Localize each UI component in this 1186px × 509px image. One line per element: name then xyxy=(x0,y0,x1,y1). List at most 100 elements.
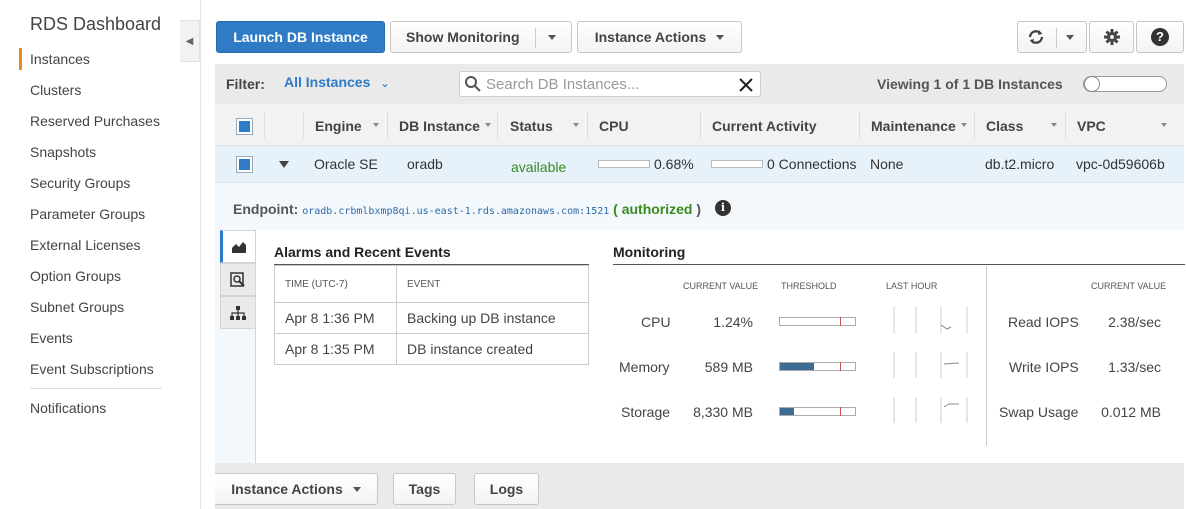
select-all-checkbox[interactable] xyxy=(236,118,253,135)
filter-label: Filter: xyxy=(226,76,265,92)
row-checkbox[interactable] xyxy=(236,156,253,173)
endpoint-url[interactable]: oradb.crbmlbxmp8qi.us-east-1.rds.amazona… xyxy=(302,206,609,217)
threshold-bar-storage xyxy=(779,407,856,416)
col-current-activity[interactable]: Current Activity xyxy=(712,118,817,134)
cell-cpu: 0.68% xyxy=(654,156,694,172)
filter-bar: Filter: All Instances ⌄ Search DB Instan… xyxy=(215,64,1184,104)
tab-logs[interactable] xyxy=(220,263,256,296)
sidebar-item-security-groups[interactable]: Security Groups xyxy=(30,175,130,191)
col-last-hour: LAST HOUR xyxy=(886,281,938,291)
chevron-down-icon xyxy=(1066,35,1074,40)
metric-label-write-iops: Write IOPS xyxy=(1009,359,1079,375)
sort-icon[interactable] xyxy=(1161,123,1167,127)
endpoint-status-open: ( xyxy=(613,201,618,217)
sidebar-item-event-subscriptions[interactable]: Event Subscriptions xyxy=(30,361,154,377)
metric-label-cpu: CPU xyxy=(641,314,671,330)
area-chart-icon xyxy=(232,241,246,253)
instance-actions-label: Instance Actions xyxy=(594,29,707,45)
sidebar-item-events[interactable]: Events xyxy=(30,330,73,346)
tags-label: Tags xyxy=(408,481,441,497)
chevron-down-icon xyxy=(548,35,556,40)
event-time: Apr 8 1:35 PM xyxy=(274,333,397,365)
logs-button[interactable]: Logs xyxy=(474,473,539,505)
collapse-sidebar-button[interactable]: ◀ xyxy=(180,20,200,62)
metric-value-cpu: 1.24% xyxy=(713,314,753,330)
alarms-title: Alarms and Recent Events xyxy=(274,244,451,260)
sort-icon[interactable] xyxy=(961,123,967,127)
bottom-instance-actions-button[interactable]: Instance Actions xyxy=(215,473,378,505)
metric-value-write-iops: 1.33/sec xyxy=(1108,359,1161,375)
endpoint-status: authorized xyxy=(621,201,693,217)
cpu-bar xyxy=(598,160,650,168)
alarms-table: TIME (UTC-7) EVENT Apr 8 1:36 PM Backing… xyxy=(274,265,589,365)
bottom-toolbar: Instance Actions Tags Logs xyxy=(215,463,1184,509)
help-button[interactable]: ? xyxy=(1136,21,1184,53)
expand-row-icon[interactable] xyxy=(279,161,289,168)
cell-vpc[interactable]: vpc-0d59606b xyxy=(1076,156,1165,172)
metric-label-storage: Storage xyxy=(621,404,671,420)
metric-label-swap-usage: Swap Usage xyxy=(999,404,1079,420)
launch-db-instance-button[interactable]: Launch DB Instance xyxy=(216,21,385,53)
metric-label-memory: Memory xyxy=(619,359,670,375)
endpoint-line: Endpoint: oradb.crbmlbxmp8qi.us-east-1.r… xyxy=(233,201,701,217)
col-cpu[interactable]: CPU xyxy=(599,118,629,134)
detail-tabs xyxy=(220,230,256,463)
col-current-value: CURRENT VALUE xyxy=(683,281,759,291)
sidebar-item-reserved-purchases[interactable]: Reserved Purchases xyxy=(30,113,160,129)
search-document-icon xyxy=(230,271,245,287)
table-row: Apr 8 1:35 PM DB instance created xyxy=(274,333,589,365)
col-status[interactable]: Status xyxy=(510,118,553,134)
viewing-count: Viewing 1 of 1 DB Instances xyxy=(877,76,1063,92)
col-engine[interactable]: Engine xyxy=(315,118,362,134)
table-row[interactable]: Oracle SE oradb available 0.68% 0 Connec… xyxy=(215,146,1184,183)
sidebar-item-instances[interactable]: Instances xyxy=(30,51,90,67)
clear-search-icon[interactable] xyxy=(738,77,754,93)
sidebar-item-subnet-groups[interactable]: Subnet Groups xyxy=(30,299,124,315)
chevron-down-icon xyxy=(352,486,361,492)
sidebar-item-clusters[interactable]: Clusters xyxy=(30,82,81,98)
sort-icon[interactable] xyxy=(485,123,491,127)
tab-monitoring[interactable] xyxy=(220,230,256,263)
sidebar-item-notifications[interactable]: Notifications xyxy=(30,400,106,416)
search-box[interactable]: Search DB Instances... xyxy=(459,71,761,97)
show-monitoring-button[interactable]: Show Monitoring xyxy=(390,21,572,53)
table-row: Apr 8 1:36 PM Backing up DB instance xyxy=(274,302,589,334)
col-class[interactable]: Class xyxy=(986,118,1023,134)
filter-dropdown[interactable]: All Instances ⌄ xyxy=(284,74,389,90)
slider-knob[interactable] xyxy=(1084,76,1100,92)
col-vpc[interactable]: VPC xyxy=(1077,118,1106,134)
storage-sparkline xyxy=(893,397,968,423)
sort-icon[interactable] xyxy=(573,123,579,127)
sidebar-item-option-groups[interactable]: Option Groups xyxy=(30,268,121,284)
cell-engine: Oracle SE xyxy=(314,156,378,172)
monitoring-panel: Alarms and Recent Events TIME (UTC-7) EV… xyxy=(255,230,1185,463)
search-input[interactable]: Search DB Instances... xyxy=(486,76,639,93)
instance-actions-button[interactable]: Instance Actions xyxy=(577,21,742,53)
monitoring-title: Monitoring xyxy=(613,244,686,260)
cell-db-instance[interactable]: oradb xyxy=(407,156,443,172)
sidebar-divider xyxy=(30,388,162,389)
col-maintenance[interactable]: Maintenance xyxy=(871,118,956,134)
instance-detail: Endpoint: oradb.crbmlbxmp8qi.us-east-1.r… xyxy=(215,183,1185,463)
sort-icon[interactable] xyxy=(1051,123,1057,127)
sidebar-item-parameter-groups[interactable]: Parameter Groups xyxy=(30,206,145,222)
sidebar-item-external-licenses[interactable]: External Licenses xyxy=(30,237,141,253)
sort-icon[interactable] xyxy=(373,123,379,127)
dashboard-title[interactable]: RDS Dashboard xyxy=(30,14,161,35)
threshold-bar-cpu xyxy=(779,317,856,326)
logs-label: Logs xyxy=(489,481,524,497)
event-text: Backing up DB instance xyxy=(396,302,589,334)
col-db-instance[interactable]: DB Instance xyxy=(399,118,480,134)
view-toggle-slider[interactable] xyxy=(1083,76,1167,92)
info-icon[interactable]: i xyxy=(715,200,731,216)
settings-button[interactable] xyxy=(1089,21,1134,53)
tab-configuration[interactable] xyxy=(220,296,256,329)
metric-value-memory: 589 MB xyxy=(704,359,753,375)
help-icon: ? xyxy=(1151,28,1169,46)
event-time: Apr 8 1:36 PM xyxy=(274,302,397,334)
cell-status: available xyxy=(511,159,567,175)
sidebar: RDS Dashboard Instances Clusters Reserve… xyxy=(0,0,178,509)
tags-button[interactable]: Tags xyxy=(393,473,456,505)
sidebar-item-snapshots[interactable]: Snapshots xyxy=(30,144,96,160)
refresh-button[interactable] xyxy=(1017,21,1087,53)
